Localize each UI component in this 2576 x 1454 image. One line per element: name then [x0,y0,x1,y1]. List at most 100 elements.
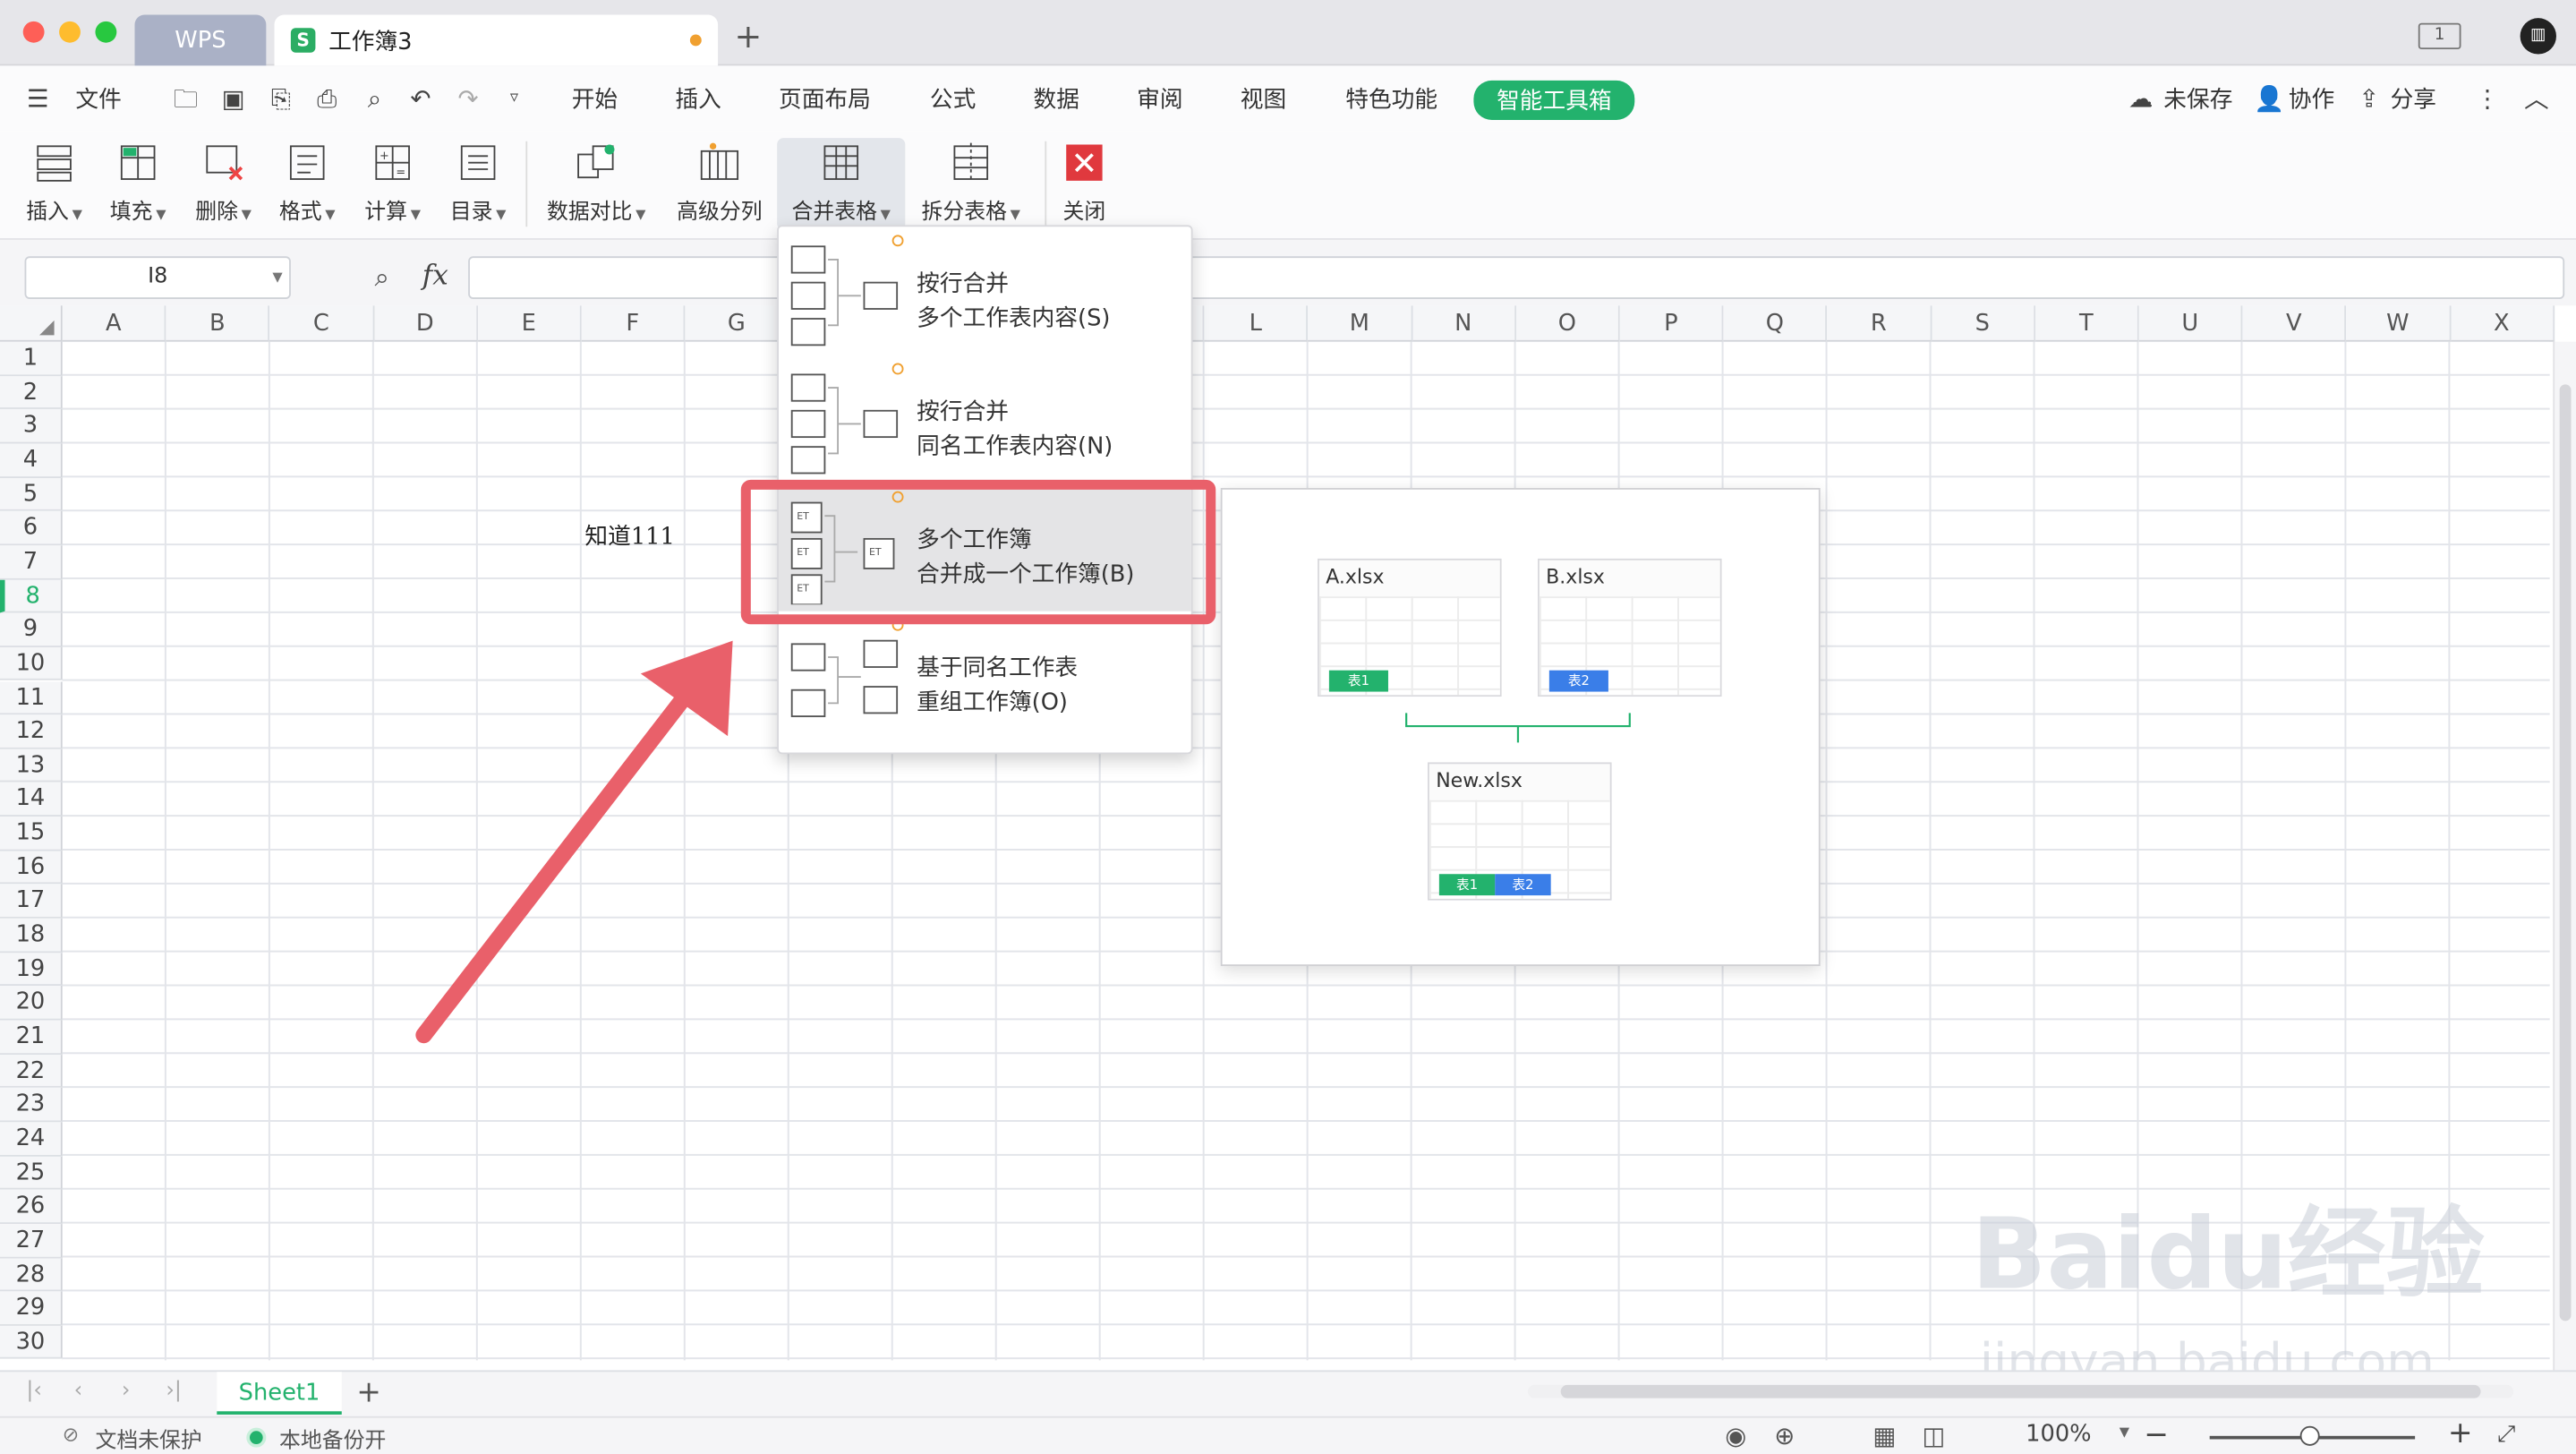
column-header-s[interactable]: S [1931,305,2035,342]
collab-button[interactable]: 协作 [2289,82,2334,115]
row-header-3[interactable]: 3 [0,409,63,444]
ribbon-toc-button[interactable]: 目录 ▼ [444,138,513,230]
menu-review[interactable]: 审阅 [1137,82,1182,115]
row-header-8[interactable]: 8 [0,578,63,613]
row-header-21[interactable]: 21 [0,1020,63,1055]
row-header-17[interactable]: 17 [0,884,63,919]
select-all-corner[interactable] [0,305,63,342]
zoom-out-button[interactable]: − [2144,1418,2169,1453]
row-header-22[interactable]: 22 [0,1054,63,1089]
menu-data[interactable]: 数据 [1034,82,1079,115]
ribbon-insert-button[interactable]: 插入 ▼ [20,138,89,230]
menu-smart-toolbox[interactable]: 智能工具箱 [1473,80,1635,120]
column-header-c[interactable]: C [269,305,374,342]
row-header-6[interactable]: 6 [0,511,63,546]
column-header-v[interactable]: V [2242,305,2347,342]
column-header-l[interactable]: L [1204,305,1309,342]
ribbon-data-compare-button[interactable]: 数据对比 ▼ [542,138,651,230]
column-header-b[interactable]: B [166,305,270,342]
menu-page-layout[interactable]: 页面布局 [779,82,871,115]
column-header-r[interactable]: R [1827,305,1932,342]
horizontal-scrollbar[interactable] [1527,1384,2514,1398]
zoom-dropdown-icon[interactable]: ▼ [2120,1424,2129,1440]
row-header-18[interactable]: 18 [0,918,63,953]
row-header-23[interactable]: 23 [0,1088,63,1123]
row-header-1[interactable]: 1 [0,341,63,376]
row-header-28[interactable]: 28 [0,1257,63,1292]
ribbon-delete-button[interactable]: 删除 ▼ [187,138,260,230]
column-header-p[interactable]: P [1619,305,1724,342]
row-header-16[interactable]: 16 [0,851,63,885]
share-button[interactable]: 分享 [2391,82,2436,115]
zoom-window-button[interactable] [95,21,117,43]
column-header-u[interactable]: U [2138,305,2243,342]
row-header-5[interactable]: 5 [0,477,63,512]
print-preview-icon[interactable]: ⌕ [360,85,389,111]
menu-view[interactable]: 视图 [1241,82,1286,115]
row-header-2[interactable]: 2 [0,375,63,410]
sheet-tab-sheet1[interactable]: Sheet1 [217,1372,342,1415]
fullscreen-icon[interactable]: ⤢ [2497,1421,2516,1447]
zoom-level[interactable]: 100% [2026,1421,2091,1447]
row-header-15[interactable]: 15 [0,817,63,851]
ribbon-calc-button[interactable]: + = 计算 ▼ [356,138,429,230]
zoom-in-button[interactable]: + [2448,1416,2473,1451]
menu-file[interactable]: 文件 [75,82,121,115]
last-sheet-icon[interactable]: ›| [166,1379,182,1404]
eye-protect-icon[interactable]: ◉ [1725,1421,1746,1450]
row-header-13[interactable]: 13 [0,748,63,783]
column-header-n[interactable]: N [1412,305,1516,342]
column-header-g[interactable]: G [685,305,789,342]
row-header-12[interactable]: 12 [0,714,63,749]
row-header-24[interactable]: 24 [0,1122,63,1157]
save-icon[interactable]: ▣ [218,85,248,111]
print-icon[interactable]: ⎙ [312,85,342,111]
row-header-11[interactable]: 11 [0,680,63,715]
column-header-d[interactable]: D [373,305,478,342]
window-count-badge[interactable]: 1 [2418,22,2461,50]
scrollbar-thumb[interactable] [2559,384,2572,1321]
add-sheet-button[interactable]: + [356,1375,381,1410]
row-header-20[interactable]: 20 [0,986,63,1021]
open-folder-icon[interactable]: 🗀 [171,85,200,111]
row-header-25[interactable]: 25 [0,1156,63,1190]
ribbon-merge-tables-button[interactable]: 合并表格 ▼ [777,138,906,230]
row-header-10[interactable]: 10 [0,646,63,681]
function-icon[interactable]: fx [422,260,448,293]
first-sheet-icon[interactable]: |‹ [26,1379,42,1404]
page-view-icon[interactable]: ◫ [1922,1421,1945,1450]
minimize-window-button[interactable] [59,21,81,43]
row-header-14[interactable]: 14 [0,783,63,817]
prev-sheet-icon[interactable]: ‹ [74,1379,83,1404]
ribbon-format-button[interactable]: 格式 ▼ [271,138,344,230]
row-header-4[interactable]: 4 [0,443,63,478]
zoom-slider-handle[interactable] [2299,1425,2320,1446]
close-window-button[interactable] [22,21,45,43]
menu-item-merge-sheets[interactable]: 按行合并 多个工作表内容(S) [779,227,1191,355]
ribbon-split-tables-button[interactable]: 拆分表格 ▼ [914,138,1028,230]
row-header-26[interactable]: 26 [0,1190,63,1224]
tab-wps-home[interactable]: WPS [134,14,267,66]
menu-formula[interactable]: 公式 [930,82,976,115]
hamburger-menu-icon[interactable]: ☰ [23,85,53,111]
normal-view-icon[interactable]: ▦ [1872,1421,1896,1450]
unsaved-button[interactable]: 未保存 [2163,82,2232,115]
row-header-7[interactable]: 7 [0,545,63,579]
avatar[interactable]: ▥ [2520,18,2556,55]
row-header-30[interactable]: 30 [0,1325,63,1360]
row-header-27[interactable]: 27 [0,1223,63,1258]
ribbon-close-button[interactable]: 关闭 [1056,138,1112,230]
menu-item-merge-same-name[interactable]: 按行合并 同名工作表内容(N) [779,355,1191,483]
menu-start[interactable]: 开始 [572,82,618,115]
zoom-search-icon[interactable]: ⌕ [374,261,388,295]
ribbon-advanced-split-button[interactable]: 高级分列 [674,138,766,230]
vertical-scrollbar[interactable] [2553,341,2576,1371]
menu-insert[interactable]: 插入 [675,82,721,115]
ribbon-fill-button[interactable]: 填充 ▼ [102,138,175,230]
export-pdf-icon[interactable]: ⎘ [266,85,295,111]
column-header-e[interactable]: E [477,305,582,342]
tab-workbook[interactable]: S 工作簿3 [274,14,719,66]
name-box[interactable]: I8 ▼ [24,256,291,299]
next-sheet-icon[interactable]: › [122,1379,131,1404]
cell-f6[interactable]: 知道111 [584,519,674,552]
